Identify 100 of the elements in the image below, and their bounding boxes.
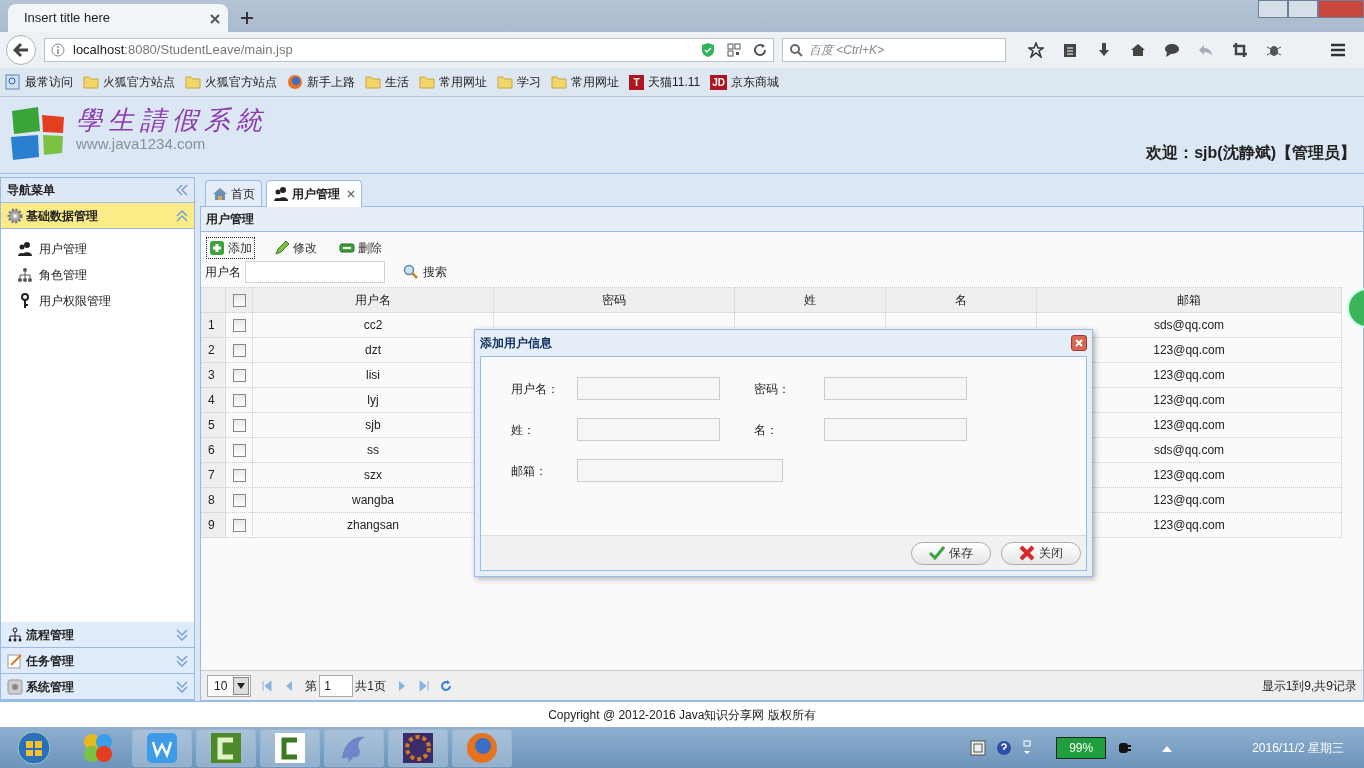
bookmark-link[interactable]: 学习: [497, 73, 541, 91]
row-checkbox[interactable]: [232, 319, 246, 333]
save-button[interactable]: 保存: [911, 541, 991, 565]
app-icon: [145, 730, 179, 765]
menu-icon[interactable]: [1330, 42, 1346, 58]
collapse-icon[interactable]: [176, 184, 188, 196]
cross-icon: [1019, 545, 1035, 561]
bookmark-link[interactable]: 火狐官方站点: [185, 73, 277, 91]
bookmark-link[interactable]: 新手上路: [287, 73, 355, 91]
bookmark-link[interactable]: T 天猫11.11: [629, 73, 701, 91]
input-field[interactable]: [824, 418, 967, 441]
sidebar-item[interactable]: 用户权限管理: [17, 291, 194, 310]
home-icon[interactable]: [1130, 42, 1146, 58]
folder-icon: [419, 74, 435, 90]
back-button[interactable]: [6, 35, 36, 65]
page-input[interactable]: 1: [319, 674, 354, 697]
bookmark-link[interactable]: JD 京东商城: [710, 73, 780, 91]
toolbar-button[interactable]: 添加: [206, 236, 255, 259]
start-button[interactable]: [17, 730, 51, 765]
row-checkbox[interactable]: [232, 344, 246, 358]
row-checkbox[interactable]: [232, 494, 246, 508]
row-checkbox[interactable]: [232, 444, 246, 458]
shield-icon[interactable]: [701, 42, 715, 58]
site-url: www.java1234.com: [76, 135, 207, 153]
home-icon: [212, 185, 228, 202]
tab[interactable]: 用户管理: [266, 180, 362, 207]
first-page-icon[interactable]: [261, 679, 274, 692]
expand-icon[interactable]: [176, 680, 188, 693]
row-checkbox[interactable]: [232, 369, 246, 383]
window-icon[interactable]: [970, 739, 987, 756]
bookmark-link[interactable]: 常用网址: [551, 73, 619, 91]
info-icon: [51, 43, 65, 57]
tab[interactable]: 首页: [205, 180, 262, 206]
toolbar-button[interactable]: 删除: [336, 236, 385, 259]
sidebar-item[interactable]: 用户管理: [17, 239, 194, 258]
input-field[interactable]: [577, 459, 783, 482]
field-label: 姓：: [511, 421, 536, 439]
close-icon[interactable]: [210, 13, 220, 24]
folder-icon: [83, 74, 99, 90]
row-number: 8: [201, 487, 226, 513]
help-icon[interactable]: [996, 739, 1013, 756]
page-size-select[interactable]: 10: [207, 674, 252, 697]
app-title: 學生請假系統: [76, 105, 268, 135]
browser-tab[interactable]: Insert title here: [8, 4, 228, 32]
row-number: 3: [201, 362, 226, 388]
toolbar-button[interactable]: 修改: [271, 236, 320, 259]
restore-icon[interactable]: [1022, 739, 1033, 756]
input-field[interactable]: [577, 377, 720, 400]
row-number: 9: [201, 512, 226, 538]
crop-icon[interactable]: [1232, 42, 1248, 58]
sidebar-title: 导航菜单: [7, 182, 55, 199]
select-all-checkbox[interactable]: [232, 294, 246, 308]
column-header: 姓: [734, 287, 886, 313]
search-button[interactable]: 搜索: [397, 261, 453, 282]
close-icon[interactable]: [347, 190, 355, 198]
taskbar-button[interactable]: [260, 728, 320, 767]
reload-icon[interactable]: [753, 43, 767, 57]
qr-code-icon[interactable]: [727, 43, 741, 57]
bookmark-link[interactable]: 火狐官方站点: [83, 73, 175, 91]
new-tab-icon[interactable]: [240, 11, 254, 25]
refresh-icon[interactable]: [440, 679, 453, 692]
row-checkbox[interactable]: [232, 419, 246, 433]
search-field[interactable]: [245, 260, 385, 283]
download-icon[interactable]: [1096, 42, 1112, 58]
sidebar-item[interactable]: 角色管理: [17, 265, 194, 284]
accordion-header[interactable]: 流程管理: [1, 622, 194, 648]
collapse-icon[interactable]: [176, 209, 188, 222]
row-checkbox[interactable]: [232, 394, 246, 408]
row-checkbox[interactable]: [232, 519, 246, 533]
bookmark-link[interactable]: 生活: [365, 73, 409, 91]
check-icon: [929, 546, 945, 560]
bookmark-link[interactable]: 常用网址: [419, 73, 487, 91]
chat-icon[interactable]: [1164, 42, 1180, 58]
bookmark-link[interactable]: 最常访问: [5, 73, 73, 91]
accordion-header[interactable]: 系统管理: [1, 674, 194, 700]
field-label: 名：: [754, 421, 779, 439]
minimize-button[interactable]: [1258, 0, 1288, 18]
row-number: 5: [201, 412, 226, 438]
input-field[interactable]: [824, 377, 967, 400]
taskbar-button[interactable]: [196, 728, 256, 767]
close-button[interactable]: 关闭: [1001, 541, 1081, 565]
close-button[interactable]: [1071, 335, 1087, 351]
row-checkbox[interactable]: [232, 469, 246, 483]
search-field[interactable]: 百度 <Ctrl+K>: [782, 38, 1006, 62]
input-field[interactable]: [577, 418, 720, 441]
date-text: 2016/11/2 星期三: [1252, 739, 1344, 757]
url-field[interactable]: localhost:8080/StudentLeave/main.jsp: [44, 38, 774, 62]
globe-icon: [287, 74, 303, 90]
accordion-header[interactable]: 任务管理: [1, 648, 194, 674]
last-page-icon[interactable]: [418, 679, 431, 692]
star-icon[interactable]: [1028, 42, 1044, 58]
field-label: 密码：: [754, 380, 791, 398]
taskbar-button[interactable]: [388, 728, 448, 767]
maximize-button[interactable]: [1288, 0, 1318, 18]
caret-icon: [237, 682, 246, 689]
taskbar-button[interactable]: [132, 728, 192, 767]
expand-icon[interactable]: [176, 628, 188, 641]
expand-icon[interactable]: [176, 654, 188, 667]
accordion-header[interactable]: 基础数据管理: [1, 203, 194, 229]
clipboard-icon[interactable]: [1062, 42, 1078, 58]
